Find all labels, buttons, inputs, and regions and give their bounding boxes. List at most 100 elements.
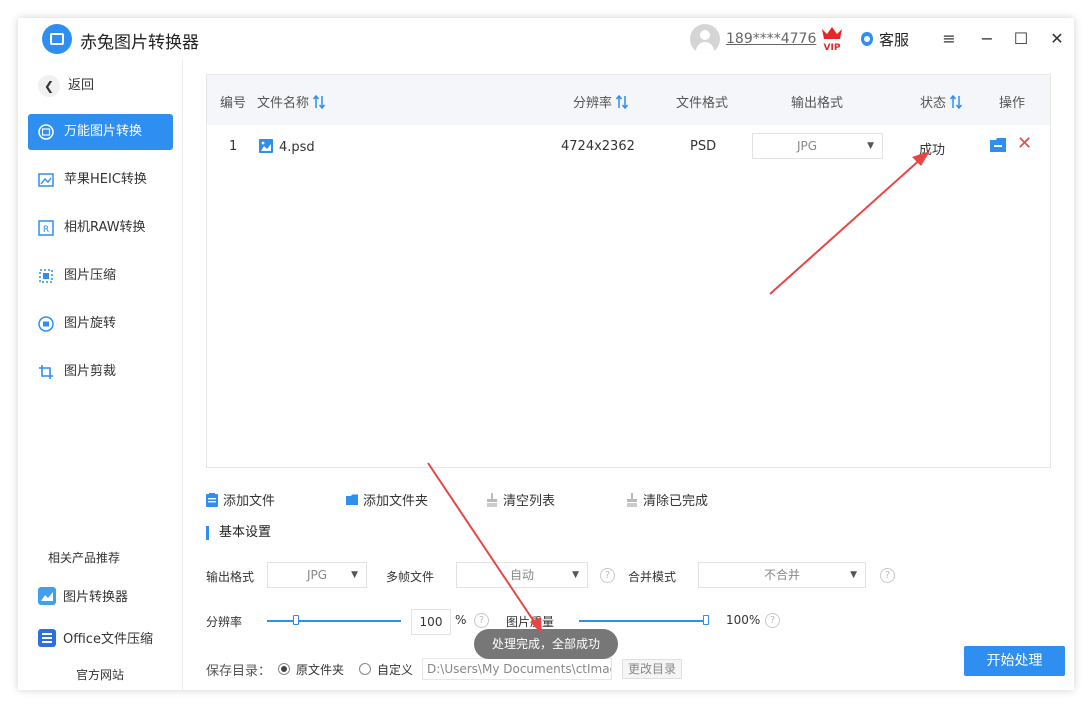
customer-service-button[interactable]: 客服 [860, 29, 909, 50]
header-resolution[interactable]: 分辨率 [573, 92, 629, 111]
sidebar-item-compress[interactable]: 图片压缩 [28, 258, 173, 294]
back-button[interactable]: ❮ 返回 [38, 74, 94, 97]
title-bar: 赤兔图片转换器 189****4776 VIP 客服 ≡ − ☐ ✕ [18, 18, 1074, 60]
sidebar-item-label: 万能图片转换 [64, 124, 143, 139]
row-file-format: PSD [690, 139, 717, 154]
save-path-input[interactable]: D:\Users\My Documents\ctImageC [422, 658, 612, 680]
header-id: 编号 [220, 96, 247, 111]
avatar[interactable] [690, 24, 720, 54]
header-status[interactable]: 状态 [920, 92, 963, 111]
start-button[interactable]: 开始处理 [964, 646, 1065, 676]
svg-text:R: R [43, 225, 49, 235]
caret-down-icon: ▼ [572, 570, 579, 580]
sidebar-item-label: 相机RAW转换 [64, 220, 146, 235]
raw-icon: R [38, 220, 54, 236]
caret-down-icon: ▼ [867, 141, 874, 151]
quality-slider[interactable] [579, 620, 709, 622]
sidebar-item-label: 图片压缩 [64, 268, 117, 283]
sidebar-item-rotate[interactable]: 图片旋转 [28, 306, 173, 342]
caret-down-icon: ▼ [351, 570, 358, 580]
help-icon[interactable]: ? [600, 568, 615, 583]
svg-text:VIP: VIP [824, 43, 841, 53]
broom-icon [487, 493, 497, 507]
crop-icon [39, 365, 53, 379]
sidebar: ❮ 返回 万能图片转换 苹果HEIC转换 R 相机RAW转换 图片压缩 图片旋转 … [18, 60, 183, 690]
sort-icon [616, 95, 629, 109]
resolution-input[interactable]: 100 [411, 609, 451, 635]
quality-slider-thumb[interactable] [703, 615, 709, 625]
compress-icon [39, 269, 53, 283]
office-app-icon [38, 629, 56, 647]
row-output-format-select[interactable]: JPG ▼ [752, 133, 883, 159]
resolution-slider-thumb[interactable] [293, 615, 299, 625]
customer-service-label: 客服 [879, 31, 910, 49]
caret-down-icon: ▼ [850, 570, 857, 580]
row-file-name: 4.psd [259, 139, 315, 155]
custom-folder-label: 自定义 [377, 663, 414, 677]
quality-label: 图片质量 [506, 615, 555, 629]
customer-service-icon [861, 32, 873, 46]
help-icon[interactable]: ? [474, 613, 489, 628]
chevron-left-icon: ❮ [38, 75, 60, 97]
rotate-icon [38, 316, 54, 332]
toast-message: 处理完成，全部成功 [474, 629, 618, 659]
clear-list-button[interactable]: 清空列表 [486, 490, 555, 509]
quality-value: 100% [726, 613, 761, 627]
sidebar-item-raw[interactable]: R 相机RAW转换 [28, 210, 173, 246]
official-site-link[interactable]: 官方网站 [76, 666, 124, 683]
menu-icon[interactable]: ≡ [938, 28, 960, 50]
settings-title: 基本设置 [206, 526, 271, 540]
sidebar-item-crop[interactable]: 图片剪裁 [28, 354, 173, 390]
recommend-office-compress[interactable]: Office文件压缩 [38, 628, 153, 647]
header-name[interactable]: 文件名称 [257, 92, 326, 111]
image-convert-icon [38, 124, 54, 140]
delete-icon[interactable]: ✕ [1017, 135, 1032, 153]
output-format-select[interactable]: JPG ▼ [267, 562, 367, 588]
heic-icon [38, 173, 54, 187]
sidebar-item-label: 图片旋转 [64, 316, 117, 331]
add-file-button[interactable]: 添加文件 [206, 490, 275, 509]
user-phone-link[interactable]: 189****4776 [726, 31, 816, 47]
sidebar-item-universal-convert[interactable]: 万能图片转换 [28, 114, 173, 150]
original-folder-label: 原文件夹 [296, 663, 345, 677]
merge-mode-select[interactable]: 不合并 ▼ [698, 562, 866, 588]
app-window: 赤兔图片转换器 189****4776 VIP 客服 ≡ − ☐ ✕ ❮ 返回 万… [18, 18, 1074, 690]
header-action: 操作 [999, 96, 1026, 111]
change-dir-button[interactable]: 更改目录 [622, 659, 682, 679]
save-dir-label: 保存目录： [206, 664, 272, 679]
radio-custom-folder[interactable] [359, 663, 371, 675]
recommend-label: Office文件压缩 [63, 632, 153, 647]
table-header: 编号 文件名称 分辨率 文件格式 输出格式 状态 操作 [207, 75, 1050, 125]
merge-mode-label: 合并模式 [628, 570, 677, 584]
maximize-button[interactable]: ☐ [1010, 28, 1032, 50]
sort-icon [313, 95, 326, 109]
folder-icon [346, 494, 358, 505]
header-output-format: 输出格式 [791, 96, 844, 111]
help-icon[interactable]: ? [880, 568, 895, 583]
open-folder-icon[interactable] [990, 138, 1006, 152]
image-file-icon [259, 139, 273, 153]
minimize-button[interactable]: − [976, 28, 998, 50]
sort-icon [950, 95, 963, 109]
vip-crown-icon[interactable]: VIP [819, 25, 845, 53]
clear-done-button[interactable]: 清除已完成 [626, 490, 708, 509]
multiframe-select[interactable]: 自动 ▼ [456, 562, 588, 588]
header-file-format: 文件格式 [676, 96, 729, 111]
file-table: 编号 文件名称 分辨率 文件格式 输出格式 状态 操作 1 4.psd 4724… [206, 74, 1051, 468]
output-format-label: 输出格式 [206, 570, 255, 584]
image-app-icon [38, 587, 56, 605]
resolution-unit: % [455, 613, 467, 627]
sidebar-item-heic[interactable]: 苹果HEIC转换 [28, 162, 173, 198]
recommend-label: 图片转换器 [63, 590, 129, 605]
sidebar-item-label: 苹果HEIC转换 [64, 172, 147, 187]
close-button[interactable]: ✕ [1046, 28, 1068, 50]
back-label: 返回 [68, 78, 95, 93]
radio-original-folder[interactable] [278, 663, 290, 675]
help-icon[interactable]: ? [765, 613, 780, 628]
add-folder-button[interactable]: 添加文件夹 [346, 490, 428, 509]
recommend-title: 相关产品推荐 [48, 551, 121, 565]
recommend-image-converter[interactable]: 图片转换器 [38, 586, 128, 605]
resolution-slider[interactable] [267, 620, 401, 622]
sidebar-item-label: 图片剪裁 [64, 364, 117, 379]
row-id: 1 [229, 139, 238, 154]
